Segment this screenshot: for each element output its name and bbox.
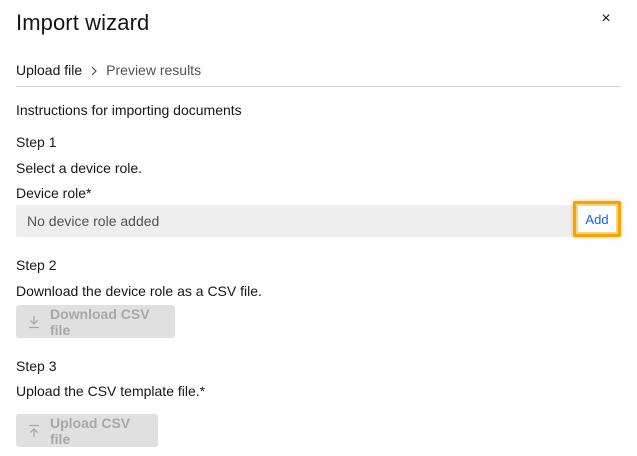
device-role-field: No device role added Add: [16, 201, 621, 237]
add-device-role-button[interactable]: Add: [573, 201, 621, 237]
step3-text: Upload the CSV template file.*: [16, 383, 206, 399]
step2-heading: Step 2: [16, 257, 57, 273]
step3-heading: Step 3: [16, 358, 57, 374]
instructions-heading: Instructions for importing documents: [16, 102, 242, 118]
chevron-right-icon: [88, 64, 100, 76]
download-icon: [28, 315, 40, 329]
step2-text: Download the device role as a CSV file.: [16, 283, 262, 299]
modal-title: Import wizard: [16, 10, 150, 35]
close-icon[interactable]: ×: [597, 10, 615, 28]
step1-text: Select a device role.: [16, 160, 143, 176]
device-role-value: No device role added: [27, 213, 160, 229]
upload-icon: [28, 424, 40, 438]
device-role-label: Device role*: [16, 185, 92, 201]
download-csv-button[interactable]: Download CSV file: [16, 305, 175, 338]
breadcrumb: Upload file Preview results: [16, 62, 201, 78]
breadcrumb-upload-file[interactable]: Upload file: [16, 62, 82, 78]
breadcrumb-divider: [16, 86, 621, 87]
upload-csv-label: Upload CSV file: [50, 414, 131, 447]
step1-heading: Step 1: [16, 134, 57, 150]
import-wizard-modal: Import wizard × Upload file Preview resu…: [0, 0, 637, 456]
upload-csv-button[interactable]: Upload CSV file: [16, 414, 158, 447]
download-csv-label: Download CSV file: [50, 305, 150, 338]
breadcrumb-preview-results[interactable]: Preview results: [106, 62, 201, 78]
